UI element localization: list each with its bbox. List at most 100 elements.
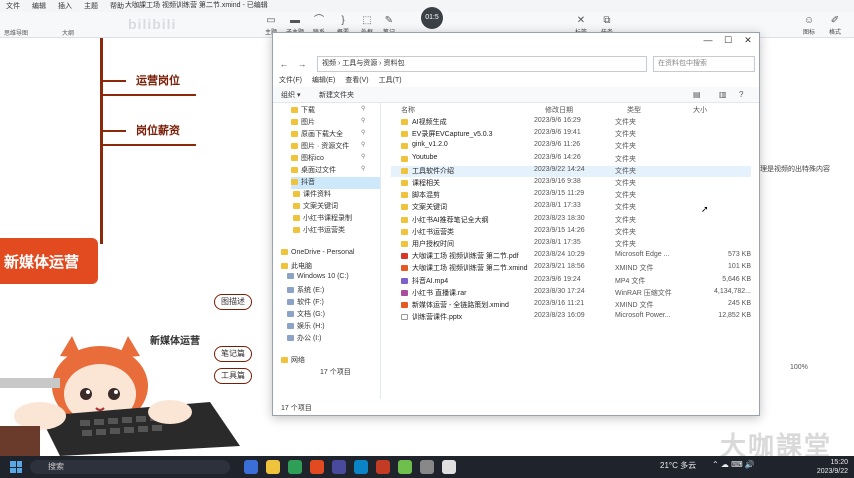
- back-icon[interactable]: ←: [277, 57, 291, 71]
- menu-file-f[interactable]: 文件(F): [279, 75, 302, 87]
- nav-item[interactable]: 图标ico ⚲: [291, 153, 380, 165]
- topic-position-salary[interactable]: 岗位薪资: [136, 122, 180, 138]
- view-options-icon[interactable]: ▤: [693, 90, 701, 99]
- taskbar-search[interactable]: 搜索: [30, 460, 230, 474]
- organize-button[interactable]: 组织 ▾: [281, 90, 300, 100]
- nav-item[interactable]: 原画下载大全 ⚲: [291, 129, 380, 141]
- minimize-icon[interactable]: —: [701, 35, 715, 45]
- nav-item[interactable]: 课件资料: [293, 189, 380, 201]
- topic-operations-position[interactable]: 运营岗位: [136, 72, 180, 88]
- nav-item[interactable]: 图片 · 资源文件 ⚲: [291, 141, 380, 153]
- menu-help[interactable]: 帮助: [110, 1, 124, 11]
- file-row[interactable]: 大咖课工场 视频训练营 第二节.pdf 2023/8/24 10:29 Micros…: [391, 251, 751, 262]
- nav-item[interactable]: 抖音: [291, 177, 380, 189]
- pin-icon[interactable]: ⚲: [361, 165, 365, 172]
- nav-item[interactable]: 小红书课程录制: [293, 213, 380, 225]
- column-header-size[interactable]: 大小: [693, 105, 707, 115]
- central-topic[interactable]: 新媒体运营: [0, 238, 98, 284]
- file-row[interactable]: 课程相关 2023/9/16 9:38 文件夹: [391, 178, 751, 189]
- file-row[interactable]: 抖音AI.mp4 2023/9/6 19:24 MP4 文件 5,646 KB: [391, 276, 751, 287]
- folder-icon: [291, 155, 298, 162]
- wechat-app-icon[interactable]: [398, 460, 412, 474]
- nav-item[interactable]: 文档 (G:): [287, 309, 380, 321]
- pin-icon[interactable]: ⚲: [361, 129, 365, 136]
- nav-item[interactable]: 网络: [281, 355, 380, 367]
- breadcrumb-1[interactable]: 工具与资源: [342, 60, 377, 67]
- menu-edit[interactable]: 编辑: [32, 1, 46, 11]
- search-input[interactable]: 在资料包中搜索: [653, 56, 755, 72]
- navigation-pane[interactable]: 下载 ⚲ 图片 ⚲ 原画下载大全 ⚲ 图片 · 资源文件 ⚲ 图标ico ⚲ 桌面过文件 ⚲ 抖音 课件资…: [273, 103, 381, 399]
- breadcrumb-0[interactable]: 视频: [322, 60, 336, 67]
- nav-item[interactable]: 下载 ⚲: [291, 105, 380, 117]
- file-row[interactable]: 工具软件介绍 2023/9/22 14:24 文件夹: [391, 165, 751, 177]
- file-row[interactable]: 新媒体运营 - 全链路策划.xmind 2023/9/16 11:21 XMIND …: [391, 300, 751, 311]
- menu-file[interactable]: 文件: [6, 1, 20, 11]
- file-row[interactable]: 大咖课工场 视频训练营 第二节.xmind 2023/9/21 18:56 XMIN…: [391, 263, 751, 274]
- preview-pane-icon[interactable]: ▥: [719, 90, 727, 99]
- explorer-titlebar[interactable]: — ☐ ✕: [273, 33, 759, 51]
- app-icon[interactable]: [442, 460, 456, 474]
- close-icon[interactable]: ✕: [741, 35, 755, 46]
- file-size: 245 KB: [728, 300, 751, 307]
- start-icon[interactable]: [10, 461, 22, 473]
- nav-item[interactable]: 图片 ⚲: [291, 117, 380, 129]
- app-icon[interactable]: [288, 460, 302, 474]
- breadcrumb-2[interactable]: 资料包: [383, 60, 404, 67]
- edge-app-icon[interactable]: [354, 460, 368, 474]
- file-row[interactable]: AI视频生成 2023/9/6 16:29 文件夹: [391, 117, 751, 128]
- nav-item[interactable]: 软件 (F:): [287, 297, 380, 309]
- toolbar-icons-button[interactable]: ☺ 图标: [798, 14, 820, 36]
- file-row[interactable]: 小红书 直播课.rar 2023/8/30 17:24 WinRAR 压缩文件 4,1…: [391, 288, 751, 299]
- toolbar-format-button[interactable]: ✐ 格式: [824, 14, 846, 36]
- pin-icon[interactable]: ⚲: [361, 105, 365, 112]
- file-row[interactable]: 训练营课件.pptx 2023/8/23 16:09 Microsoft Power…: [391, 312, 751, 323]
- help-icon[interactable]: ?: [739, 90, 743, 99]
- pin-icon[interactable]: ⚲: [361, 117, 365, 124]
- app-icon[interactable]: [376, 460, 390, 474]
- app-icon[interactable]: [244, 460, 258, 474]
- app-icon[interactable]: [332, 460, 346, 474]
- xmind-app-icon[interactable]: [310, 460, 324, 474]
- nav-item[interactable]: Windows 10 (C:): [287, 273, 380, 285]
- mindmap-view-tab[interactable]: 思维导图: [4, 28, 28, 37]
- menu-insert[interactable]: 插入: [58, 1, 72, 11]
- menu-tools-t[interactable]: 工具(T): [379, 75, 402, 87]
- column-header-date[interactable]: 修改日期: [545, 105, 573, 115]
- nav-item[interactable]: 桌面过文件 ⚲: [291, 165, 380, 177]
- app-icon[interactable]: [420, 460, 434, 474]
- zoom-level[interactable]: 100%: [790, 364, 808, 371]
- file-row[interactable]: Youtube 2023/9/6 14:26 文件夹: [391, 154, 751, 165]
- folder-app-icon[interactable]: [266, 460, 280, 474]
- column-header-type[interactable]: 类型: [627, 105, 641, 115]
- tray-icons[interactable]: ⌃ ☁ ⌨ 🔊: [712, 460, 755, 469]
- file-row[interactable]: gink_v1.2.0 2023/9/6 11:26 文件夹: [391, 141, 751, 152]
- nav-item[interactable]: OneDrive - Personal: [281, 249, 380, 261]
- pin-icon[interactable]: ⚲: [361, 141, 365, 148]
- file-row[interactable]: 小红书AI推荐笔记全大纲 2023/8/23 18:30 文件夹: [391, 215, 751, 226]
- nav-item[interactable]: 此电脑: [281, 261, 380, 273]
- file-row[interactable]: 文案关键词 2023/8/1 17:33 文件夹: [391, 202, 751, 213]
- nav-item[interactable]: 文案关键词: [293, 201, 380, 213]
- menu-edit-e[interactable]: 编辑(E): [312, 75, 335, 87]
- file-row[interactable]: 用户授权时间 2023/8/1 17:35 文件夹: [391, 239, 751, 250]
- menu-view-v[interactable]: 查看(V): [345, 75, 368, 87]
- nav-item[interactable]: 办公 (I:): [287, 333, 380, 345]
- branch-connector: [100, 144, 196, 146]
- nav-item[interactable]: 系统 (E:): [287, 285, 380, 297]
- nav-item[interactable]: 娱乐 (H:): [287, 321, 380, 333]
- file-row[interactable]: EV录屏EVCapture_v5.0.3 2023/9/6 19:41 文件夹: [391, 129, 751, 140]
- file-row[interactable]: 脚本混剪 2023/9/15 11:29 文件夹: [391, 190, 751, 201]
- maximize-icon[interactable]: ☐: [721, 35, 735, 46]
- menu-topic[interactable]: 主题: [84, 1, 98, 11]
- address-bar[interactable]: 视频 › 工具与资源 › 资料包: [317, 56, 647, 72]
- forward-icon[interactable]: →: [295, 57, 309, 71]
- file-row[interactable]: 小红书运营类 2023/9/15 14:26 文件夹: [391, 227, 751, 238]
- weather-status[interactable]: 21°C 多云: [660, 460, 696, 471]
- outline-view-tab[interactable]: 大纲: [62, 28, 74, 37]
- nav-item[interactable]: 小红书运营类: [293, 225, 380, 237]
- pin-icon[interactable]: ⚲: [361, 153, 365, 160]
- column-header-name[interactable]: 名称: [401, 105, 415, 115]
- taskbar-clock[interactable]: 15:20 2023/9/22: [808, 458, 848, 476]
- new-folder-button[interactable]: 新建文件夹: [319, 90, 354, 100]
- node-describe[interactable]: 图描述: [214, 294, 252, 310]
